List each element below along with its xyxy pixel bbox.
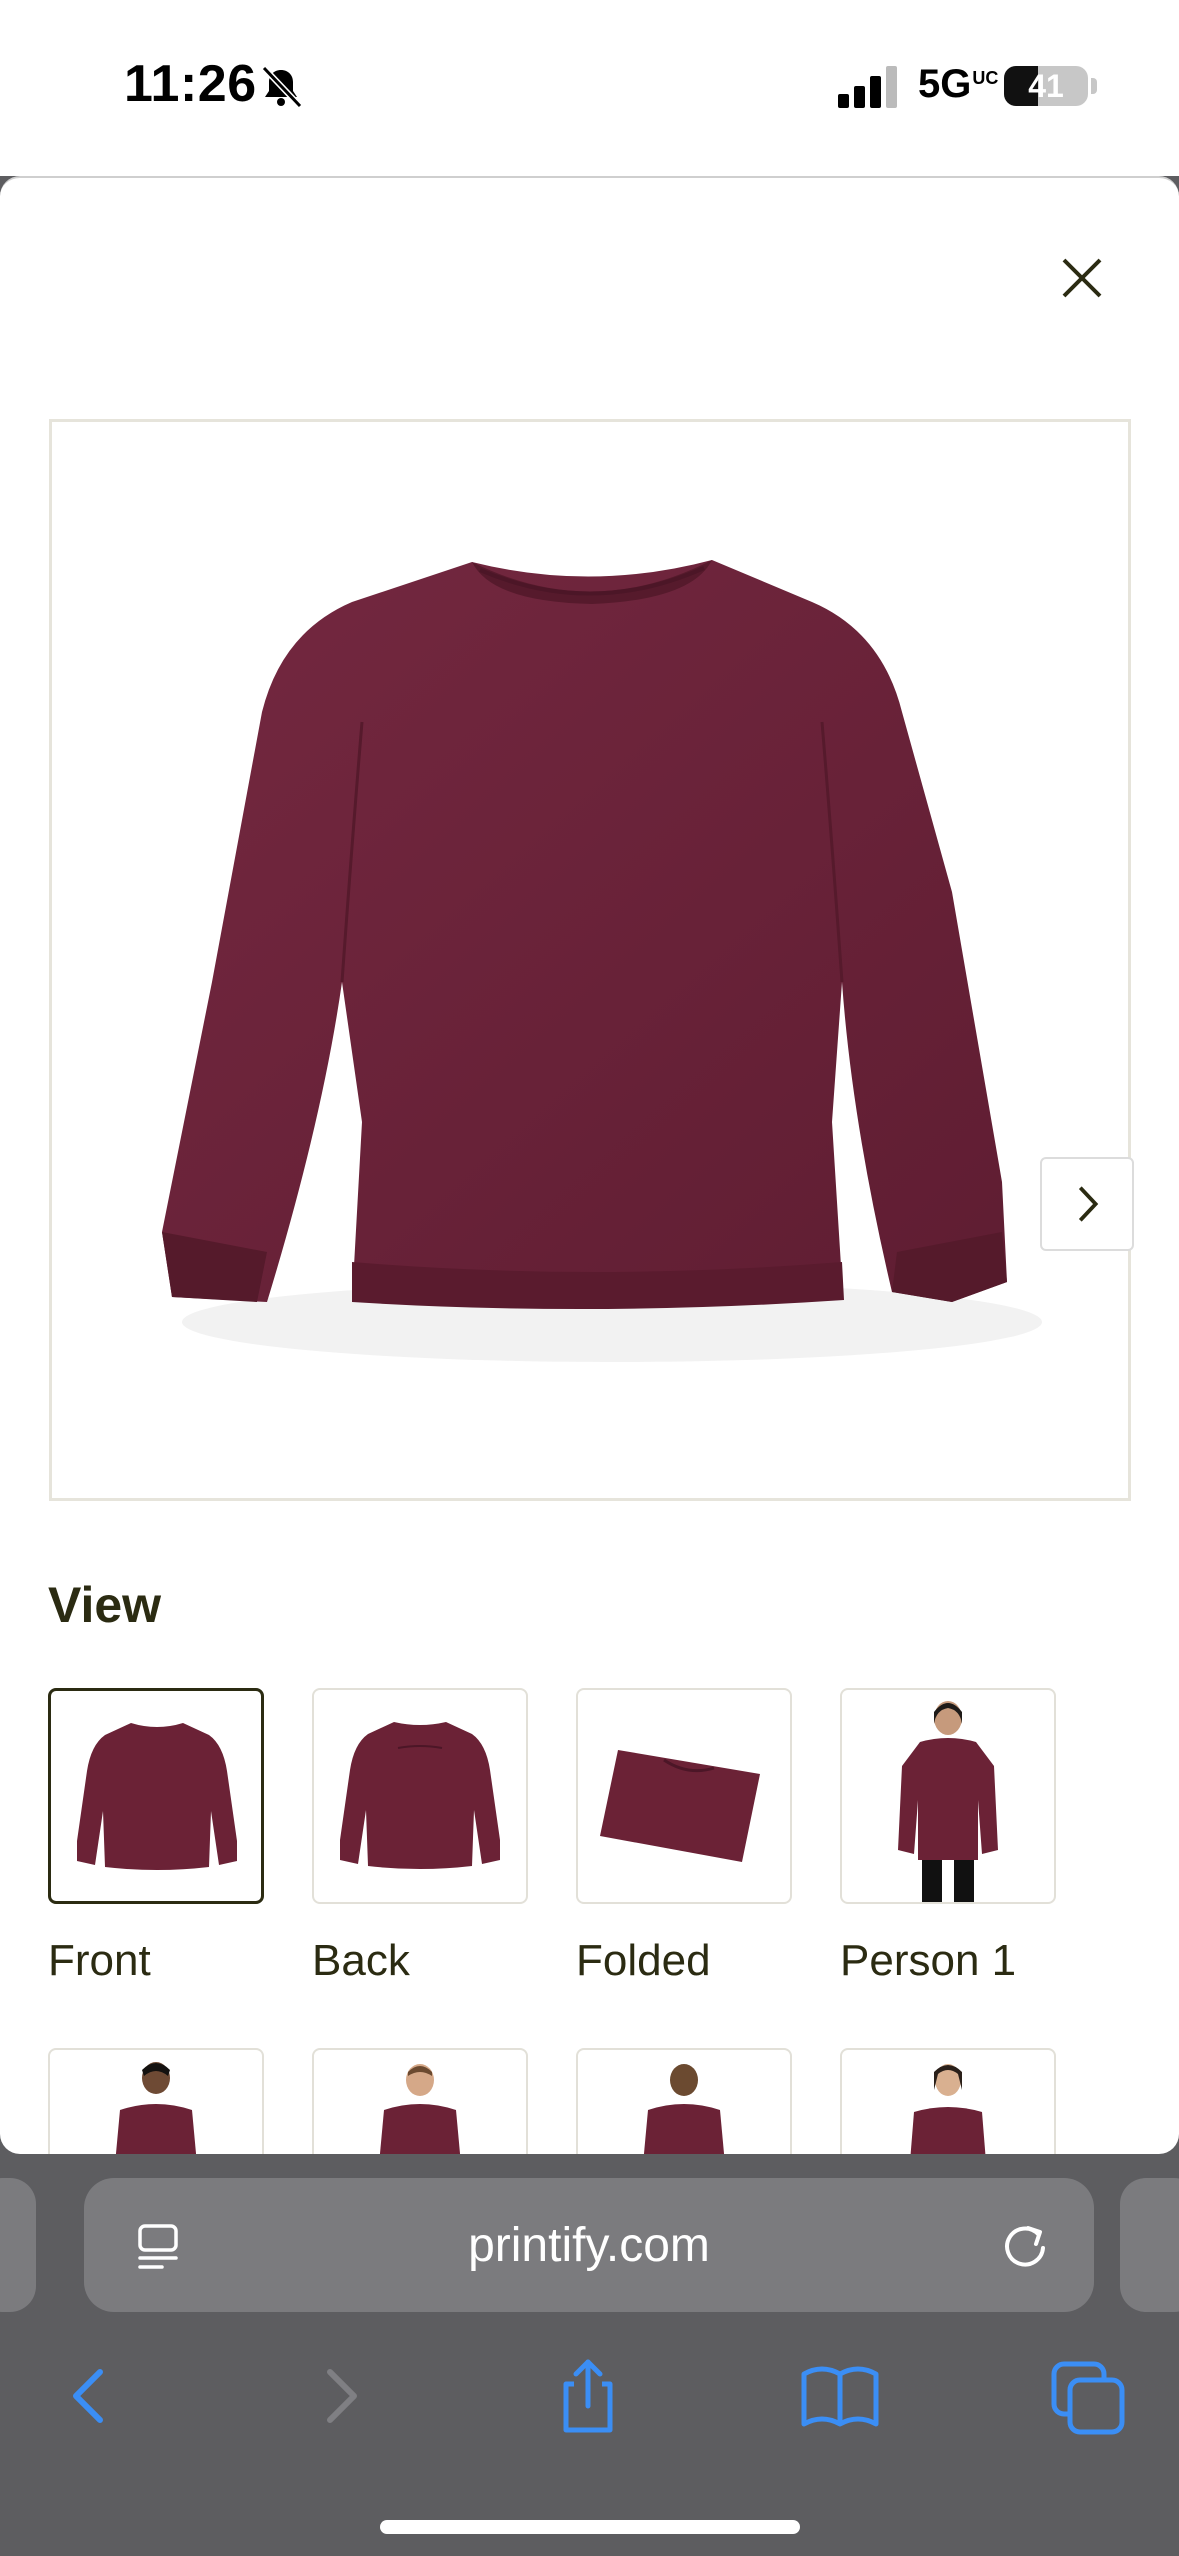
sweatshirt-back-thumb: [340, 1722, 500, 1869]
forward-arrow-icon[interactable]: [300, 2354, 384, 2438]
product-main-image: [49, 419, 1134, 1501]
back-arrow-icon[interactable]: [46, 2354, 130, 2438]
reload-icon[interactable]: [998, 2218, 1052, 2272]
view-option-front[interactable]: Front: [48, 1688, 264, 1986]
battery-icon: 41: [1004, 66, 1088, 106]
previous-tab-preview[interactable]: [0, 2178, 36, 2312]
browser-toolbar: printify.com: [0, 2154, 1179, 2556]
network-type: 5GUC: [918, 62, 999, 106]
tabs-icon[interactable]: [1046, 2354, 1130, 2438]
thumb-folded-image[interactable]: [576, 1688, 792, 1904]
thumb-label: Folded: [576, 1936, 711, 1985]
chevron-right-icon: [1078, 1186, 1099, 1222]
model-wearing-sweatshirt-thumb: [910, 2064, 986, 2154]
next-image-button[interactable]: [1040, 1157, 1134, 1251]
thumb-back-image[interactable]: [312, 1688, 528, 1904]
address-bar[interactable]: printify.com: [84, 2178, 1094, 2312]
next-tab-preview[interactable]: [1120, 2178, 1179, 2312]
bookmarks-icon[interactable]: [798, 2354, 882, 2438]
product-view-modal: View Front Back Folded Person 1: [0, 176, 1179, 2154]
url-text: printify.com: [468, 2219, 710, 2272]
model-wearing-sweatshirt-thumb: [898, 1701, 998, 1902]
view-option-back[interactable]: Back: [312, 1688, 528, 1986]
sweatshirt-front-thumb: [77, 1723, 237, 1870]
thumb-person-1-image[interactable]: [840, 1688, 1056, 1904]
view-option-folded[interactable]: Folded: [576, 1688, 792, 1986]
thumb-person-3-image[interactable]: [312, 2048, 528, 2154]
thumb-front-image[interactable]: [48, 1688, 264, 1904]
thumb-person-4-image[interactable]: [840, 2048, 1056, 2154]
sweatshirt-image: [162, 560, 1042, 1362]
model-back-sweatshirt-thumb: [643, 2064, 725, 2154]
status-time: 11:26: [124, 55, 257, 113]
share-icon[interactable]: [546, 2354, 630, 2438]
view-option-person-back[interactable]: [576, 2048, 792, 2154]
view-option-person-2[interactable]: [48, 2048, 264, 2154]
view-option-person-1[interactable]: Person 1: [840, 1688, 1056, 1986]
cellular-signal-icon: [838, 66, 897, 108]
home-indicator: [380, 2520, 800, 2534]
close-icon[interactable]: [1050, 246, 1114, 310]
bell-muted-icon: [261, 65, 303, 109]
thumb-label: Front: [48, 1936, 151, 1985]
thumb-person-back-image[interactable]: [576, 2048, 792, 2154]
battery-level: 41: [1028, 68, 1064, 104]
sweatshirt-folded-thumb: [600, 1750, 760, 1862]
view-option-person-4[interactable]: [840, 2048, 1056, 2154]
model-wearing-sweatshirt-thumb: [115, 2062, 197, 2154]
model-wearing-sweatshirt-thumb: [379, 2064, 461, 2154]
status-bar: 11:26 5GUC 41: [0, 0, 1179, 176]
thumb-label: Back: [312, 1936, 410, 1985]
thumb-person-2-image[interactable]: [48, 2048, 264, 2154]
thumb-label: Person 1: [840, 1936, 1017, 1985]
view-option-person-3[interactable]: [312, 2048, 528, 2154]
view-heading: View: [48, 1577, 162, 1633]
